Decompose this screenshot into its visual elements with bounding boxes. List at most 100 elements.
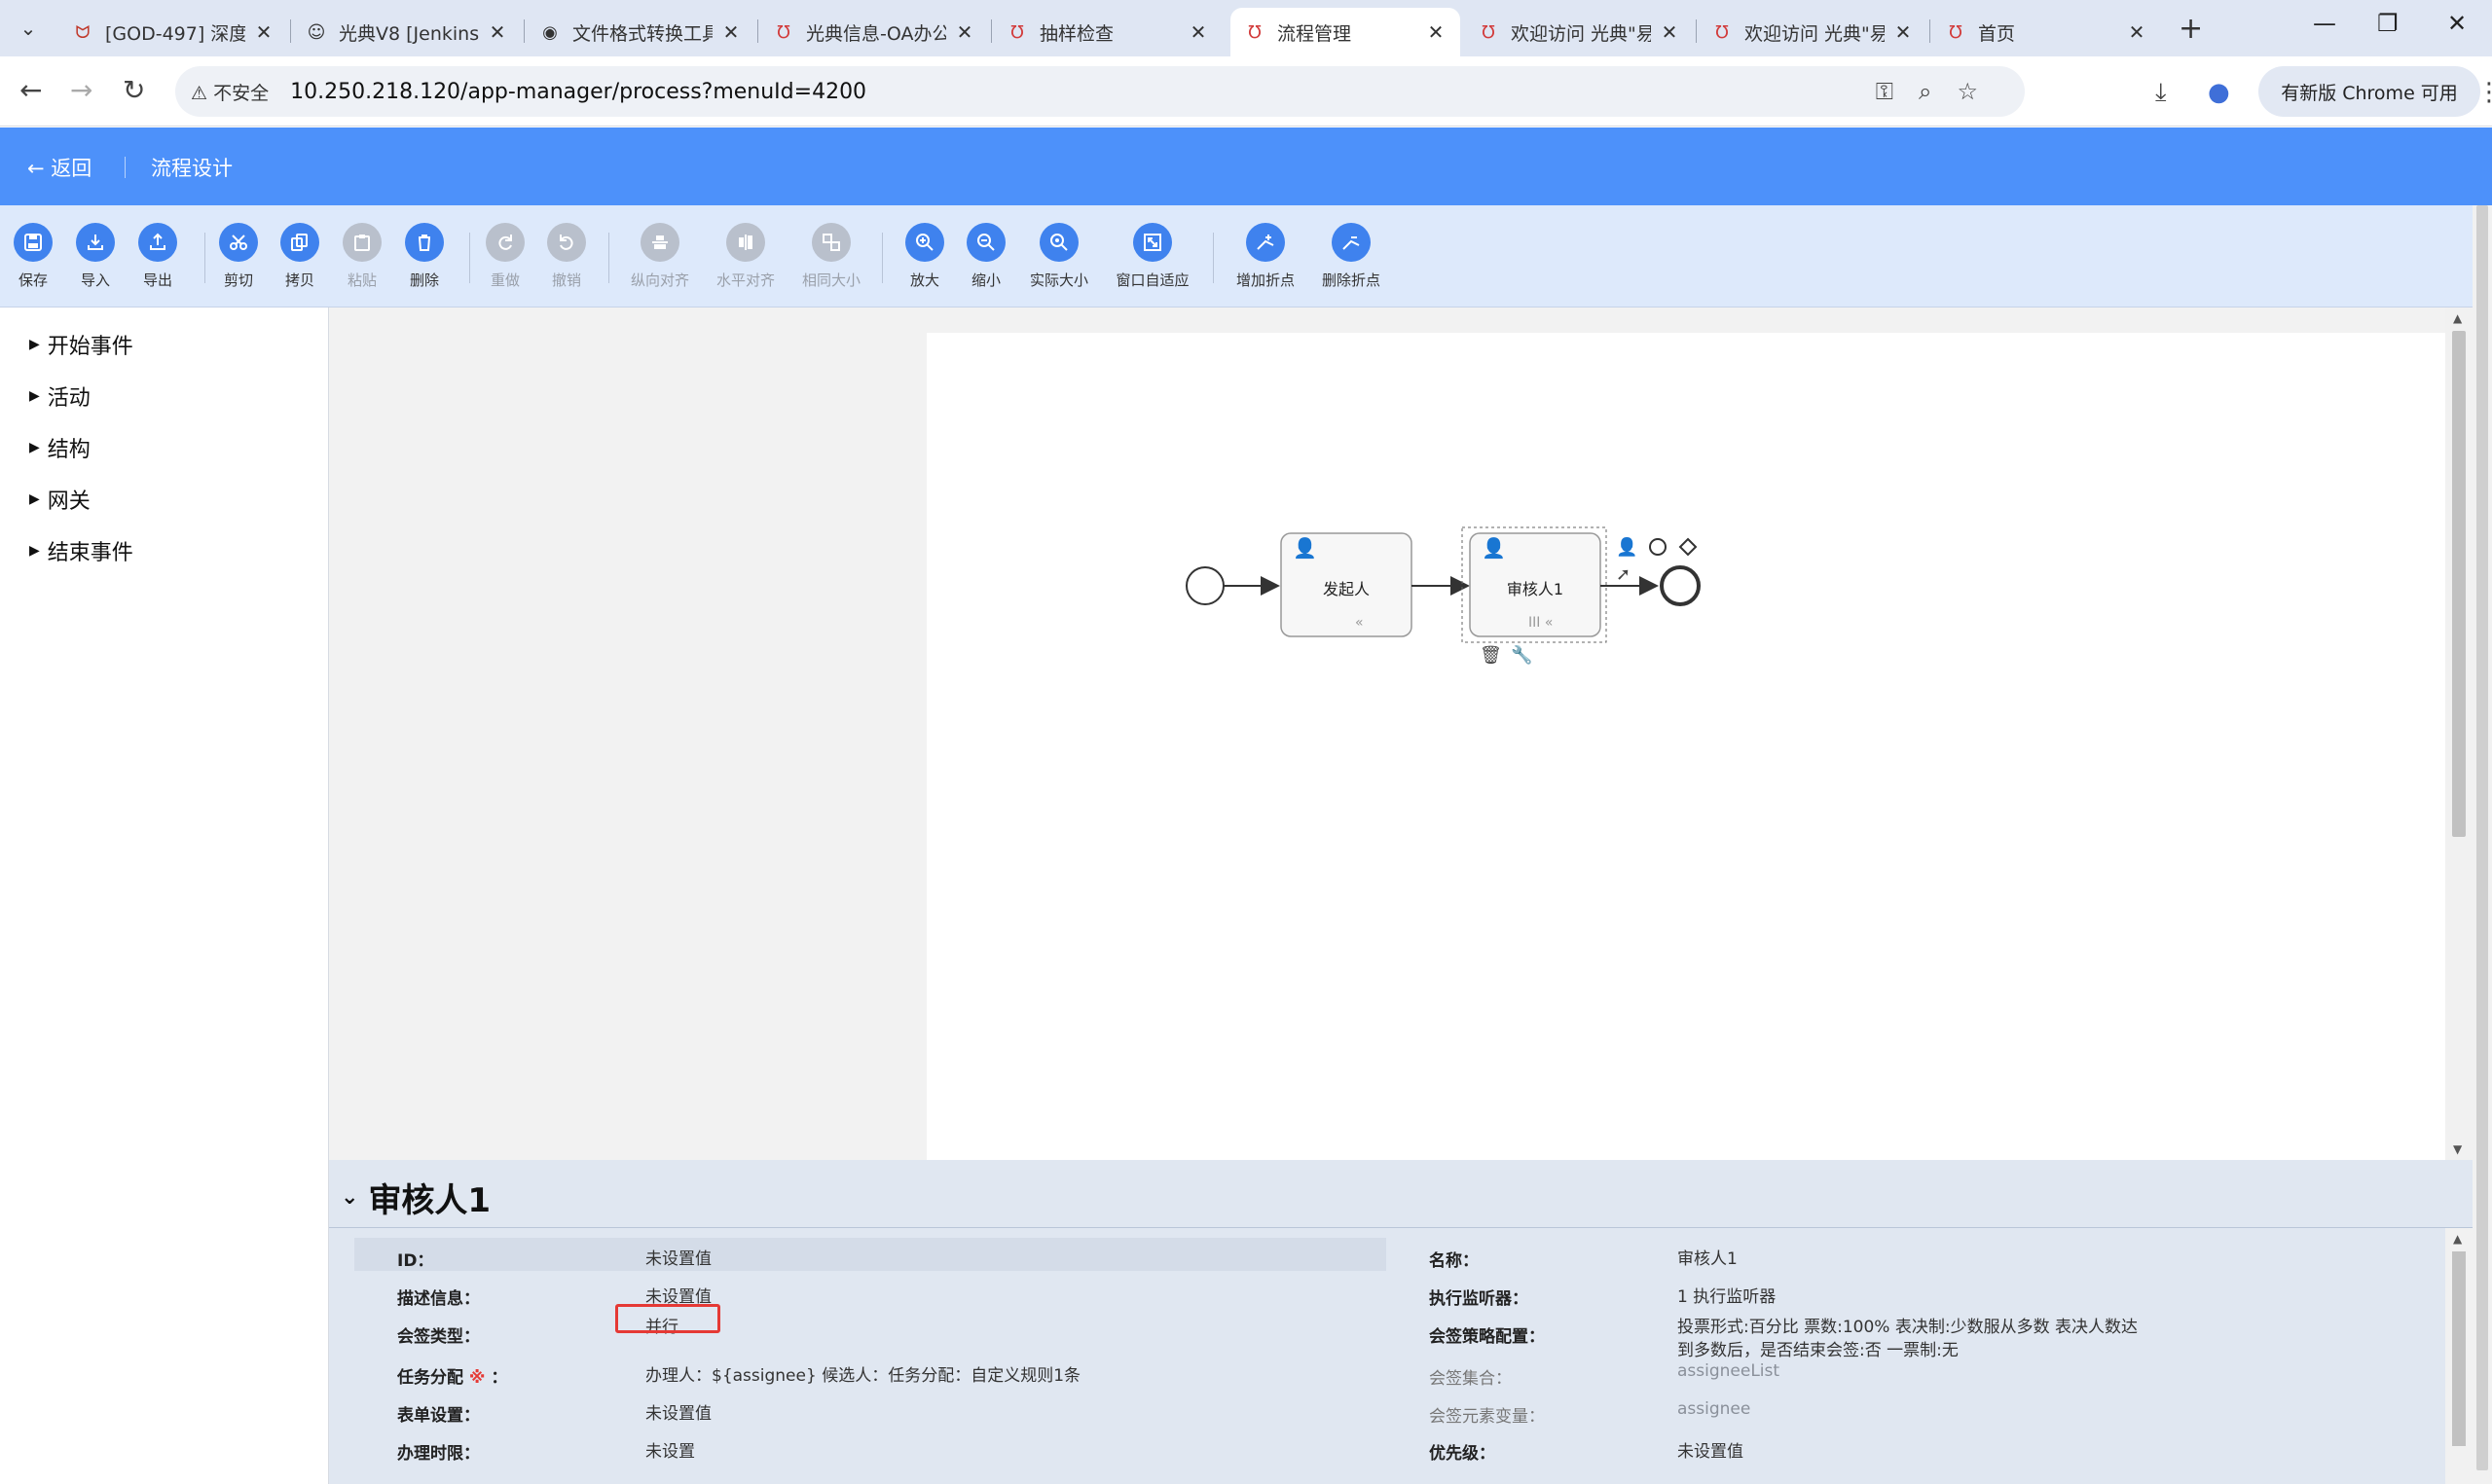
align-vertical-button[interactable]: 纵向对齐	[621, 223, 699, 290]
task-label-initiator[interactable]: 发起人	[1281, 576, 1411, 599]
profile-icon[interactable]: ●	[2208, 78, 2230, 107]
zoom-out-button[interactable]: 缩小	[947, 223, 1025, 290]
palette-group-end-events[interactable]: ▶ 结束事件	[29, 535, 133, 566]
close-tab-icon[interactable]: ✕	[1425, 20, 1447, 44]
reload-icon[interactable]: ↻	[123, 74, 145, 106]
prop-value-execution-listener[interactable]: 1 执行监听器	[1677, 1283, 1776, 1307]
browser-tab[interactable]: ᗢ [GOD-497] 深度 ✕	[58, 8, 288, 56]
palette-group-activities[interactable]: ▶ 活动	[29, 380, 91, 412]
label-text: 任务分配	[397, 1368, 463, 1388]
caret-right-icon: ▶	[29, 543, 40, 559]
close-tab-icon[interactable]: ✕	[954, 20, 975, 44]
align-horizontal-button[interactable]: 水平对齐	[707, 223, 785, 290]
back-icon[interactable]: ←	[19, 74, 42, 106]
prop-value-element-variable[interactable]: assignee	[1677, 1399, 1750, 1419]
tool-label: 导入	[80, 271, 110, 289]
caret-right-icon: ▶	[29, 491, 40, 507]
restore-icon[interactable]: ❐	[2377, 10, 2399, 37]
url-text: 10.250.218.120/app-manager/process?menuI…	[290, 79, 867, 104]
tool-label: 窗口自适应	[1116, 271, 1190, 289]
prop-value-countersign-collection[interactable]: assigneeList	[1677, 1361, 1779, 1381]
close-tab-icon[interactable]: ✕	[253, 20, 275, 44]
new-tab-icon[interactable]: +	[2179, 12, 2203, 46]
browser-tab[interactable]: ◉ 文件格式转换工具 ✕	[526, 8, 755, 56]
close-tab-icon[interactable]: ✕	[1659, 20, 1680, 44]
chrome-menu-icon[interactable]: ⋮	[2476, 78, 2492, 107]
browser-tab[interactable]: ℧ 抽样检查 ✕	[993, 8, 1223, 56]
prop-value-id[interactable]: 未设置值	[645, 1245, 712, 1269]
export-button[interactable]: 导出	[119, 223, 197, 290]
palette-group-gateways[interactable]: ▶ 网关	[29, 484, 91, 515]
back-link[interactable]: ← 返回	[27, 153, 92, 182]
tab-search-menu-icon[interactable]: ⌄	[12, 12, 45, 45]
process-diagram: 👤 « 👤 III « 👤 ➚ 🗑 🔧	[1186, 526, 1701, 666]
properties-scrollbar[interactable]: ▲	[2445, 1228, 2473, 1484]
remove-bend-point-button[interactable]: 删除折点	[1312, 223, 1390, 290]
download-icon[interactable]: ⤓	[2155, 78, 2167, 108]
palette-group-structures[interactable]: ▶ 结构	[29, 432, 91, 463]
scrollbar-thumb[interactable]	[2452, 1251, 2466, 1446]
password-key-icon[interactable]: ⚿	[1876, 78, 1919, 105]
scrollbar-thumb[interactable]	[2452, 331, 2466, 837]
append-gateway-icon	[1678, 537, 1698, 557]
browser-tab[interactable]: ℧ 首页 ✕	[1931, 8, 2161, 56]
prop-label-task-assignment: 任务分配 ※ ：	[397, 1363, 507, 1388]
actual-size-button[interactable]: 实际大小	[1020, 223, 1098, 290]
window-close-icon[interactable]: ✕	[2447, 10, 2467, 37]
browser-tab[interactable]: ℧ 欢迎访问 光典"易 ✕	[1698, 8, 1927, 56]
browser-tab[interactable]: ℧ 欢迎访问 光典"易 ✕	[1464, 8, 1694, 56]
canvas-scrollbar[interactable]: ▲ ▼	[2445, 308, 2473, 1160]
close-tab-icon[interactable]: ✕	[487, 20, 508, 44]
bookmark-star-icon[interactable]: ☆	[1957, 78, 2003, 105]
prop-value-name[interactable]: 审核人1	[1677, 1245, 1738, 1269]
prop-value-countersign-strategy-line2[interactable]: 到多数后，是否结束会签:否 一票制:无	[1677, 1336, 1959, 1360]
arrow-left-icon: ←	[27, 157, 45, 180]
prop-label-form-settings: 表单设置：	[397, 1406, 480, 1426]
scroll-up-icon[interactable]: ▲	[2453, 1232, 2462, 1246]
scroll-down-icon[interactable]: ▼	[2453, 1142, 2462, 1156]
prop-value-time-limit[interactable]: 未设置	[645, 1437, 695, 1462]
zoom-icon[interactable]: ⌕	[1919, 78, 1957, 105]
diagram-paper[interactable]: 👤 « 👤 III « 👤 ➚ 🗑 🔧 发起人 审核人1	[927, 333, 2492, 1160]
browser-tab[interactable]: ☺ 光典V8 [Jenkins ✕	[292, 8, 522, 56]
close-tab-icon[interactable]: ✕	[2126, 20, 2147, 44]
prop-label-countersign-type: 会签类型：	[397, 1327, 480, 1347]
minimize-icon[interactable]: —	[2313, 10, 2336, 37]
add-bend-point-button[interactable]: 增加折点	[1227, 223, 1304, 290]
prop-label-priority: 优先级：	[1429, 1444, 1495, 1464]
url-input[interactable]: ⚠ 不安全 10.250.218.120/app-manager/process…	[175, 66, 2025, 117]
page-scrollbar[interactable]	[2473, 205, 2492, 1484]
browser-tab[interactable]: ℧ 光典信息-OA办公 ✕	[759, 8, 989, 56]
tab-title: 文件格式转换工具	[572, 22, 713, 45]
browser-tab-active[interactable]: ℧ 流程管理 ✕	[1230, 8, 1460, 56]
prop-value-form-settings[interactable]: 未设置值	[645, 1399, 712, 1424]
tab-title: [GOD-497] 深度	[105, 22, 245, 45]
chrome-update-button[interactable]: 有新版 Chrome 可用	[2258, 66, 2480, 117]
end-event	[1660, 565, 1701, 606]
prop-label-time-limit: 办理时限：	[397, 1444, 480, 1464]
undo-button[interactable]: 撤销	[528, 223, 605, 290]
fit-window-button[interactable]: 窗口自适应	[1114, 223, 1191, 290]
prop-value-task-assignment[interactable]: 办理人：${assignee} 候选人：任务分配：自定义规则1条	[645, 1361, 1081, 1386]
import-icon	[76, 223, 115, 262]
close-tab-icon[interactable]: ✕	[720, 20, 742, 44]
prop-value-countersign-strategy[interactable]: 投票形式:百分比 票数:100% 表决制:少数服从多数 表决人数达	[1677, 1313, 2138, 1337]
delete-button[interactable]: 删除	[385, 223, 463, 290]
scrollbar-thumb[interactable]	[2476, 205, 2488, 1470]
prop-value-priority[interactable]: 未设置值	[1677, 1437, 1743, 1462]
palette-group-start-events[interactable]: ▶ 开始事件	[29, 329, 133, 360]
forward-icon[interactable]: →	[70, 74, 92, 106]
scroll-up-icon[interactable]: ▲	[2453, 311, 2462, 325]
element-palette: ▶ 开始事件 ▶ 活动 ▶ 结构 ▶ 网关 ▶ 结束事件	[0, 308, 329, 1484]
chevron-down-icon[interactable]: ⌄	[341, 1185, 358, 1210]
user-task-icon: 👤	[1482, 536, 1506, 560]
close-tab-icon[interactable]: ✕	[1892, 20, 1914, 44]
properties-header[interactable]: ⌄ 审核人1	[329, 1160, 2473, 1228]
app-logo-icon: ℧	[1248, 21, 1262, 43]
palette-label: 结束事件	[47, 541, 133, 565]
task-label-reviewer[interactable]: 审核人1	[1470, 576, 1600, 599]
designer-canvas[interactable]: 👤 « 👤 III « 👤 ➚ 🗑 🔧 发起人 审核人1	[329, 308, 2492, 1160]
same-size-button[interactable]: 相同大小	[792, 223, 870, 290]
insecure-indicator[interactable]: ⚠ 不安全	[191, 79, 269, 105]
close-tab-icon[interactable]: ✕	[1188, 20, 1209, 44]
